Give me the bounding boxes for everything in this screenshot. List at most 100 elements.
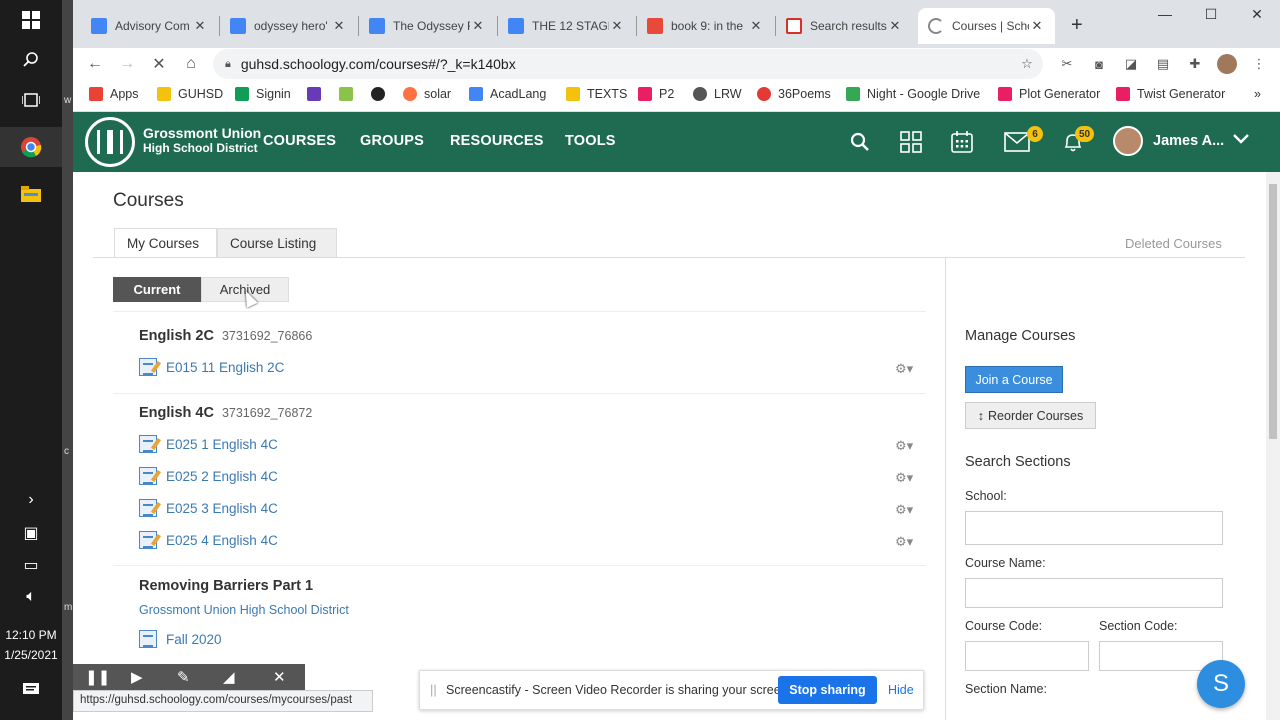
file-explorer-icon[interactable]: [0, 174, 62, 214]
course-title[interactable]: English 2C 3731692_76866: [139, 328, 312, 344]
browser-tab[interactable]: Search results ✕: [776, 8, 913, 44]
close-icon[interactable]: ✕: [470, 18, 486, 34]
extension-icon[interactable]: ▤: [1153, 54, 1173, 74]
browser-tab[interactable]: THE 12 STAGE ✕: [498, 8, 635, 44]
profile-avatar[interactable]: [1217, 54, 1237, 74]
stop-sharing-button[interactable]: Stop sharing: [778, 676, 877, 704]
gear-icon[interactable]: ⚙▾: [895, 438, 913, 454]
bookmark-acadlang[interactable]: AcadLang: [469, 87, 546, 101]
course-title[interactable]: English 4C 3731692_76872: [139, 405, 312, 421]
tab-course-listing[interactable]: Course Listing: [217, 228, 337, 258]
gear-icon[interactable]: ⚙▾: [895, 534, 913, 550]
browser-tab[interactable]: The Odyssey F ✕: [359, 8, 496, 44]
search-icon[interactable]: [845, 128, 875, 156]
bookmark-signin[interactable]: Signin: [235, 87, 291, 101]
browser-tab[interactable]: Advisory Com ✕: [81, 8, 218, 44]
notifications-badge[interactable]: 50: [1075, 126, 1095, 142]
user-name[interactable]: James A...: [1153, 133, 1224, 149]
close-icon[interactable]: ✕: [331, 18, 347, 34]
bookmark-star-icon[interactable]: ☆: [1017, 54, 1037, 74]
maximize-icon[interactable]: ☐: [1188, 6, 1234, 23]
browser-tab[interactable]: odyssey hero' ✕: [220, 8, 357, 44]
hide-button[interactable]: Hide: [888, 683, 914, 697]
gear-icon[interactable]: ⚙▾: [895, 361, 913, 377]
district-seal-logo[interactable]: [85, 117, 135, 167]
current-toggle-button[interactable]: Current: [113, 277, 201, 302]
page-scrollbar[interactable]: [1266, 172, 1280, 720]
district-logo-text[interactable]: Grossmont Union High School District: [143, 126, 261, 156]
bookmark-36poems[interactable]: 36Poems: [757, 87, 831, 101]
bookmark-plot-generator[interactable]: Plot Generator: [998, 87, 1100, 101]
forward-arrow-icon[interactable]: →: [115, 52, 139, 76]
course-section-link[interactable]: E025 4 English 4C: [139, 531, 278, 549]
course-title[interactable]: Removing Barriers Part 1: [139, 578, 313, 594]
taskbar-time[interactable]: 12:10 PM: [0, 628, 62, 642]
bookmark-guhsd[interactable]: GUHSD: [157, 87, 223, 101]
pause-icon[interactable]: ❚❚: [85, 668, 110, 686]
nav-resources[interactable]: RESOURCES: [450, 133, 544, 149]
close-icon[interactable]: ✕: [273, 668, 286, 686]
minimize-icon[interactable]: —: [1142, 6, 1188, 22]
more-bookmarks-icon[interactable]: »: [1254, 87, 1261, 101]
chrome-taskbar-icon[interactable]: [0, 127, 62, 167]
bookmark-apps[interactable]: Apps: [89, 87, 139, 101]
course-section-link[interactable]: E025 2 English 4C: [139, 467, 278, 485]
deleted-courses-link[interactable]: Deleted Courses: [1125, 236, 1222, 251]
user-avatar[interactable]: [1113, 126, 1143, 156]
course-section-link[interactable]: E025 3 English 4C: [139, 499, 278, 517]
play-icon[interactable]: ▶: [131, 668, 143, 686]
action-center-icon[interactable]: [0, 670, 62, 710]
close-icon[interactable]: ✕: [609, 18, 625, 34]
gear-icon[interactable]: ⚙▾: [895, 470, 913, 486]
extension-icon[interactable]: ◪: [1121, 54, 1141, 74]
pen-icon[interactable]: ✎: [177, 668, 190, 686]
school-input[interactable]: [965, 511, 1223, 545]
nav-courses[interactable]: COURSES: [263, 133, 336, 149]
course-section-link[interactable]: E015 11 English 2C: [139, 358, 284, 376]
home-icon[interactable]: ⌂: [179, 52, 203, 76]
schoology-s-fab-button[interactable]: S: [1197, 660, 1245, 708]
windows-start-icon[interactable]: [0, 0, 62, 40]
bookmark-night-drive[interactable]: Night - Google Drive: [846, 87, 980, 101]
bookmark-twist-generator[interactable]: Twist Generator: [1116, 87, 1225, 101]
address-bar[interactable]: 🔒︎ guhsd.schoology.com/courses#/?_k=k140…: [213, 49, 1043, 79]
nav-tools[interactable]: TOOLS: [565, 133, 616, 149]
stop-loading-icon[interactable]: ✕: [147, 52, 171, 76]
apps-grid-icon[interactable]: [896, 128, 926, 156]
drag-handle-icon[interactable]: ||: [430, 682, 437, 697]
search-icon[interactable]: [0, 40, 62, 80]
bookmark-texts[interactable]: TEXTS: [566, 87, 627, 101]
course-section-link[interactable]: Fall 2020: [139, 630, 222, 648]
bookmark-solar[interactable]: solar: [403, 87, 451, 101]
course-section-link[interactable]: E025 1 English 4C: [139, 435, 278, 453]
course-code-input[interactable]: [965, 641, 1089, 671]
course-name-input[interactable]: [965, 578, 1223, 608]
bookmark-icon-only[interactable]: [339, 87, 360, 101]
close-icon[interactable]: ✕: [192, 18, 208, 34]
browser-tab[interactable]: book 9: in the ✕: [637, 8, 774, 44]
window-close-icon[interactable]: ✕: [1234, 6, 1280, 23]
gear-icon[interactable]: ⚙▾: [895, 502, 913, 518]
scrollbar-thumb[interactable]: [1269, 184, 1277, 439]
eraser-icon[interactable]: ◢: [223, 668, 235, 686]
close-icon[interactable]: ✕: [1029, 18, 1045, 34]
nav-groups[interactable]: GROUPS: [360, 133, 424, 149]
close-icon[interactable]: ✕: [748, 18, 764, 34]
task-view-icon[interactable]: [0, 80, 62, 120]
extension-icon[interactable]: ◙: [1089, 54, 1109, 74]
extensions-puzzle-icon[interactable]: ✚: [1185, 54, 1205, 74]
bookmark-p2[interactable]: P2: [638, 87, 674, 101]
new-tab-icon[interactable]: +: [1071, 14, 1083, 37]
bookmark-icon-only[interactable]: [371, 87, 392, 101]
messages-badge[interactable]: 6: [1027, 126, 1043, 142]
join-course-button[interactable]: Join a Course: [965, 366, 1063, 393]
volume-icon[interactable]: 🔈︎: [0, 577, 62, 617]
calendar-icon[interactable]: [947, 128, 977, 156]
taskbar-date[interactable]: 1/25/2021: [0, 648, 62, 662]
bookmark-icon-only[interactable]: [307, 87, 328, 101]
back-arrow-icon[interactable]: ←: [83, 52, 107, 76]
reorder-courses-button[interactable]: ↕ Reorder Courses: [965, 402, 1096, 429]
menu-kebab-icon[interactable]: ⋮: [1249, 54, 1269, 74]
course-org-link[interactable]: Grossmont Union High School District: [139, 603, 349, 617]
tab-my-courses[interactable]: My Courses: [114, 228, 217, 258]
